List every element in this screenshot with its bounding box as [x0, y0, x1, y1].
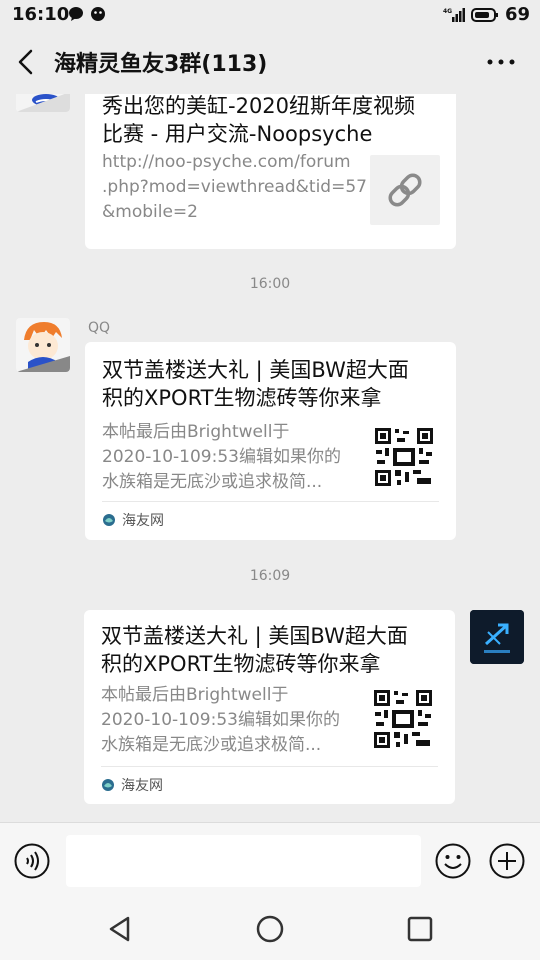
emoji-icon[interactable]	[435, 843, 471, 879]
avatar-image	[470, 610, 524, 664]
card-title-line: 双节盖楼送大礼 | 美国BW超大面	[102, 358, 409, 382]
link-card[interactable]: 双节盖楼送大礼 | 美国BW超大面 积的XPORT生物滤砖等你来拿 本帖最后由B…	[85, 342, 456, 540]
card-desc-line: 水族箱是无底沙或追求极简...	[102, 472, 323, 492]
signal-icon: 4G	[443, 7, 465, 22]
qr-code-icon	[373, 426, 435, 488]
card-title-line: 比赛 - 用户交流-Noopsyche	[102, 122, 373, 146]
chat-messages[interactable]: 秀出您的美缸-2020纽斯年度视频 比赛 - 用户交流-Noopsyche ht…	[0, 94, 540, 822]
card-desc-line: 本帖最后由Brightwell于	[102, 422, 290, 442]
card-desc-line: 2020-10-109:53编辑如果你的	[102, 447, 341, 467]
source-logo-icon	[103, 514, 115, 526]
source-name: 海友网	[122, 513, 164, 529]
qr-code-icon	[372, 688, 434, 750]
battery-level: 69	[504, 4, 530, 25]
card-divider	[102, 501, 439, 502]
own-avatar[interactable]	[470, 610, 524, 664]
card-desc-line: 2020-10-109:53编辑如果你的	[101, 710, 340, 730]
battery-icon	[470, 7, 498, 22]
source-name: 海友网	[121, 778, 163, 794]
timestamp: 16:09	[249, 568, 291, 584]
card-url-line: .php?mod=viewthread&tid=57	[102, 177, 367, 197]
link-icon	[388, 173, 422, 207]
link-card[interactable]: 双节盖楼送大礼 | 美国BW超大面 积的XPORT生物滤砖等你来拿 本帖最后由B…	[84, 610, 455, 804]
sender-avatar[interactable]	[16, 318, 70, 372]
network-label: 4G	[443, 8, 452, 15]
status-bar: 16:10 4G 69	[0, 0, 540, 30]
status-time: 16:10	[12, 4, 70, 25]
card-title-line: 积的XPORT生物滤砖等你来拿	[102, 386, 382, 410]
chat-bubble-icon	[69, 7, 83, 21]
link-card[interactable]: 秀出您的美缸-2020纽斯年度视频 比赛 - 用户交流-Noopsyche ht…	[85, 94, 456, 249]
card-divider	[101, 766, 438, 767]
nav-back-icon[interactable]	[106, 914, 136, 944]
card-url-line: http://noo-psyche.com/forum	[102, 152, 351, 172]
more-functions-icon[interactable]	[489, 843, 525, 879]
nav-home-icon[interactable]	[255, 914, 285, 944]
card-url-line: &mobile=2	[102, 202, 198, 222]
card-source: 海友网	[101, 775, 163, 795]
nav-recents-icon[interactable]	[405, 914, 435, 944]
back-arrow-icon[interactable]	[14, 48, 40, 76]
chat-header: 海精灵鱼友3群(113)	[0, 30, 540, 94]
avatar-image	[16, 318, 70, 372]
message-input[interactable]	[66, 835, 421, 887]
card-title-line: 双节盖楼送大礼 | 美国BW超大面	[101, 624, 408, 648]
card-title-line: 秀出您的美缸-2020纽斯年度视频	[102, 94, 416, 118]
avatar-image	[16, 94, 70, 112]
link-thumbnail	[370, 155, 440, 225]
card-title-line: 积的XPORT生物滤砖等你来拿	[101, 652, 381, 676]
source-logo-icon	[102, 779, 114, 791]
input-bar	[0, 822, 540, 898]
sender-avatar[interactable]	[16, 94, 70, 112]
chat-title: 海精灵鱼友3群(113)	[54, 52, 268, 77]
more-options-icon[interactable]	[486, 50, 516, 74]
card-source: 海友网	[102, 510, 164, 530]
timestamp: 16:00	[249, 276, 291, 292]
system-nav-bar	[0, 898, 540, 960]
card-desc-line: 本帖最后由Brightwell于	[101, 685, 289, 705]
voice-input-icon[interactable]	[14, 843, 50, 879]
qq-penguin-icon	[91, 7, 105, 21]
sender-name: QQ	[88, 320, 111, 336]
card-desc-line: 水族箱是无底沙或追求极简...	[101, 735, 322, 755]
